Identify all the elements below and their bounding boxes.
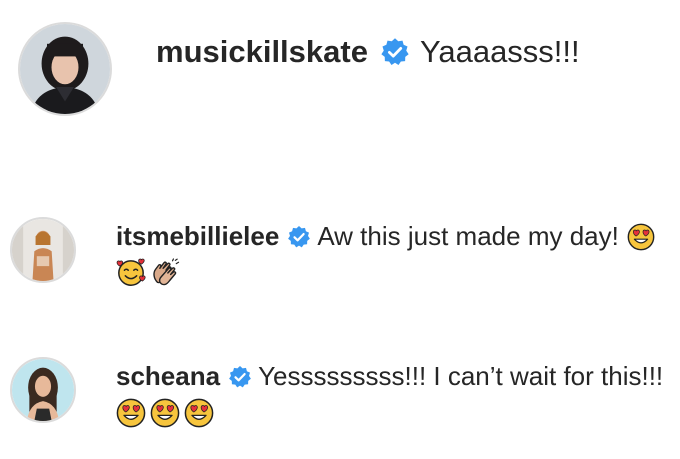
username[interactable]: scheana [116,361,220,392]
heart-eyes-emoji-icon [184,398,214,428]
avatar-image [20,24,110,114]
avatar[interactable] [10,217,76,283]
smiling-face-with-hearts-emoji-icon [116,258,146,288]
verified-badge-icon [380,37,410,67]
emoji-line [116,398,214,428]
comment-text: Aw this just made my day! [317,221,619,251]
comment-item: musickillskate Yaaaasss!!! [0,0,680,150]
heart-eyes-emoji-icon [116,398,146,428]
comment-line: musickillskate Yaaaasss!!! [156,34,580,70]
clapping-hands-emoji-icon [150,258,180,288]
username[interactable]: itsmebillielee [116,221,279,252]
avatar[interactable] [10,357,76,423]
comment-item: scheana Yesssssssss!!! I can’t wait for … [0,345,680,455]
comment-text: Yaaaasss!!! [419,34,580,69]
comment-item: itsmebillielee Aw this just made my day! [0,200,680,310]
verified-badge-icon [228,365,252,389]
comment-line: scheana Yesssssssss!!! I can’t wait for … [116,361,663,392]
avatar[interactable] [18,22,112,116]
avatar-image [12,219,74,281]
emoji-line [116,258,180,288]
username[interactable]: musickillskate [156,34,368,70]
comment-line: itsmebillielee Aw this just made my day! [116,221,655,252]
avatar-image [12,359,74,421]
verified-badge-icon [287,225,311,249]
heart-eyes-emoji-icon [627,223,655,251]
comment-text: Yesssssssss!!! I can’t wait for this!!! [258,361,664,391]
heart-eyes-emoji-icon [150,398,180,428]
